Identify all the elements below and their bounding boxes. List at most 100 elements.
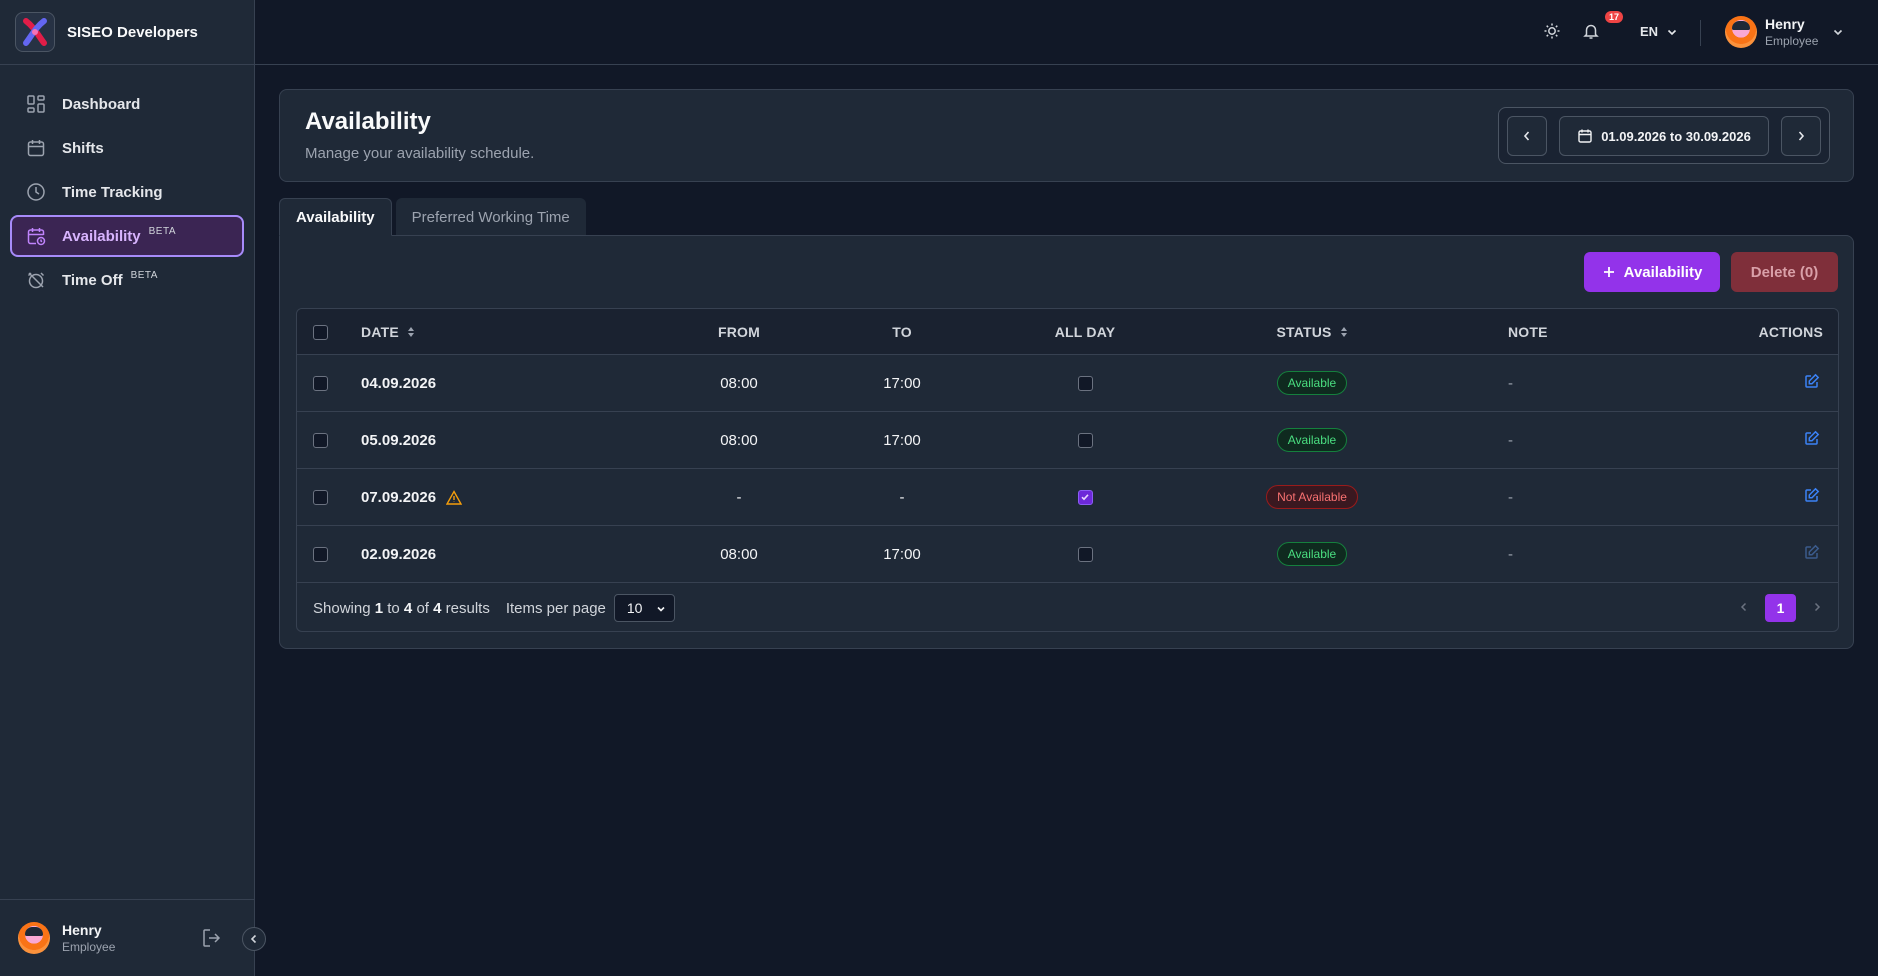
all-day-checkbox[interactable]: [1077, 375, 1093, 391]
column-header-all-day: ALL DAY: [1054, 324, 1116, 340]
items-per-page-select[interactable]: 10: [613, 594, 675, 622]
chevron-down-icon: [1667, 29, 1677, 35]
page-subtitle: Manage your availability schedule.: [305, 145, 535, 162]
row-date: 05.09.2026: [361, 431, 437, 449]
previous-page-button[interactable]: [1739, 600, 1749, 617]
edit-icon[interactable]: [1804, 487, 1820, 507]
row-checkbox[interactable]: [313, 432, 328, 448]
user-role: Employee: [62, 940, 116, 954]
row-to: -: [899, 488, 905, 506]
items-per-page-label: Items per page: [505, 599, 606, 617]
all-day-checkbox[interactable]: [1077, 432, 1093, 448]
sidebar-item-time-tracking[interactable]: Time Tracking: [10, 171, 244, 213]
all-day-checkbox[interactable]: [1077, 546, 1093, 562]
all-day-checkbox[interactable]: [1077, 489, 1093, 505]
results-text: to: [387, 599, 400, 617]
column-header-note: NOTE: [1508, 324, 1548, 340]
calendar-clock-icon: [26, 226, 46, 246]
pagination: 1: [1739, 594, 1822, 622]
sidebar-item-availability[interactable]: Availability BETA: [10, 215, 244, 257]
sidebar-item-dashboard[interactable]: Dashboard: [10, 83, 244, 125]
results-to: 4: [403, 599, 413, 617]
sidebar-item-label: Time Tracking: [62, 183, 163, 201]
row-checkbox[interactable]: [313, 489, 328, 505]
sidebar-item-shifts[interactable]: Shifts: [10, 127, 244, 169]
language-selector[interactable]: EN: [1640, 24, 1678, 39]
chevron-left-icon: [1523, 131, 1530, 141]
tab-preferred-working-time[interactable]: Preferred Working Time: [395, 198, 586, 236]
column-header-date[interactable]: DATE: [361, 309, 415, 355]
row-checkbox[interactable]: [313, 546, 328, 562]
calendar-icon: [1578, 129, 1592, 143]
select-all-checkbox[interactable]: [313, 324, 328, 340]
previous-period-button[interactable]: [1507, 116, 1547, 156]
column-label: STATUS: [1276, 324, 1332, 340]
row-from: -: [736, 488, 742, 506]
chevron-left-icon: [1740, 602, 1747, 611]
sidebar-item-time-off[interactable]: Time Off BETA: [10, 259, 244, 301]
column-label: DATE: [361, 324, 399, 340]
date-range-picker[interactable]: 01.09.2026 to 30.09.2026: [1559, 116, 1769, 156]
table-row[interactable]: 07.09.2026 - - Not Available -: [297, 469, 1838, 526]
chevron-left-icon: [250, 934, 257, 944]
edit-icon[interactable]: [1804, 544, 1820, 564]
row-date: 04.09.2026: [361, 374, 437, 392]
user-role: Employee: [1765, 34, 1819, 48]
tab-availability[interactable]: Availability: [279, 198, 392, 236]
row-note: -: [1508, 431, 1513, 449]
row-note: -: [1508, 545, 1513, 563]
add-availability-button[interactable]: Availability: [1584, 252, 1720, 292]
delete-button[interactable]: Delete (0): [1731, 252, 1838, 292]
next-period-button[interactable]: [1781, 116, 1821, 156]
avatar[interactable]: [18, 922, 50, 954]
row-to: 17:00: [883, 431, 921, 449]
warning-icon: [446, 489, 463, 505]
page-title: Availability: [305, 108, 431, 135]
page-number-button[interactable]: 1: [1765, 594, 1796, 622]
check-icon: [1081, 494, 1089, 501]
dashboard-icon: [26, 94, 46, 114]
brand[interactable]: SISEO Developers: [0, 0, 254, 65]
status-badge: Available: [1276, 542, 1348, 566]
chevron-right-icon: [1814, 602, 1821, 611]
theme-toggle-sun-icon[interactable]: [1543, 22, 1561, 45]
sidebar-nav: Dashboard Shifts Time Tracking Availabil…: [0, 65, 254, 321]
results-text: Showing: [313, 599, 371, 617]
chevron-right-icon: [1798, 131, 1805, 141]
avatar: [1725, 16, 1757, 48]
collapse-sidebar-button[interactable]: [242, 927, 266, 951]
edit-icon[interactable]: [1804, 430, 1820, 450]
column-header-from: FROM: [717, 324, 760, 340]
status-badge: Not Available: [1266, 485, 1358, 509]
row-to: 17:00: [883, 374, 921, 392]
results-from: 1: [374, 599, 384, 617]
next-page-button[interactable]: [1812, 600, 1822, 617]
row-from: 08:00: [720, 431, 758, 449]
edit-icon[interactable]: [1804, 373, 1820, 393]
status-badge: Available: [1276, 428, 1348, 452]
column-header-status[interactable]: STATUS: [1257, 309, 1367, 355]
row-date: 02.09.2026: [361, 545, 437, 563]
bell-icon[interactable]: [1582, 22, 1600, 45]
row-note: -: [1508, 488, 1513, 506]
row-note: -: [1508, 374, 1513, 392]
page-header: Availability Manage your availability sc…: [279, 89, 1854, 182]
row-checkbox[interactable]: [313, 375, 328, 391]
user-name: Henry: [1765, 16, 1805, 32]
language-label: EN: [1640, 24, 1659, 39]
table-header: DATE FROM TO ALL DAY STATUS NOTE ACTIONS: [297, 309, 1838, 355]
results-summary: Showing 1 to 4 of 4 results: [313, 600, 490, 617]
table-row[interactable]: 04.09.2026 08:00 17:00 Available -: [297, 355, 1838, 412]
user-menu[interactable]: Henry Employee: [1725, 16, 1844, 48]
table-row[interactable]: 02.09.2026 08:00 17:00 Available -: [297, 526, 1838, 583]
tabs: Availability Preferred Working Time: [279, 198, 586, 236]
sidebar-item-label: Shifts: [62, 139, 104, 157]
user-name: Henry: [62, 922, 102, 938]
row-from: 08:00: [720, 374, 758, 392]
column-header-actions: ACTIONS: [1758, 324, 1823, 340]
table-footer: Showing 1 to 4 of 4 results Items per pa…: [297, 583, 1838, 631]
row-date: 07.09.2026: [361, 488, 437, 506]
table-row[interactable]: 05.09.2026 08:00 17:00 Available -: [297, 412, 1838, 469]
column-header-to: TO: [892, 324, 912, 340]
logout-icon[interactable]: [200, 926, 224, 955]
